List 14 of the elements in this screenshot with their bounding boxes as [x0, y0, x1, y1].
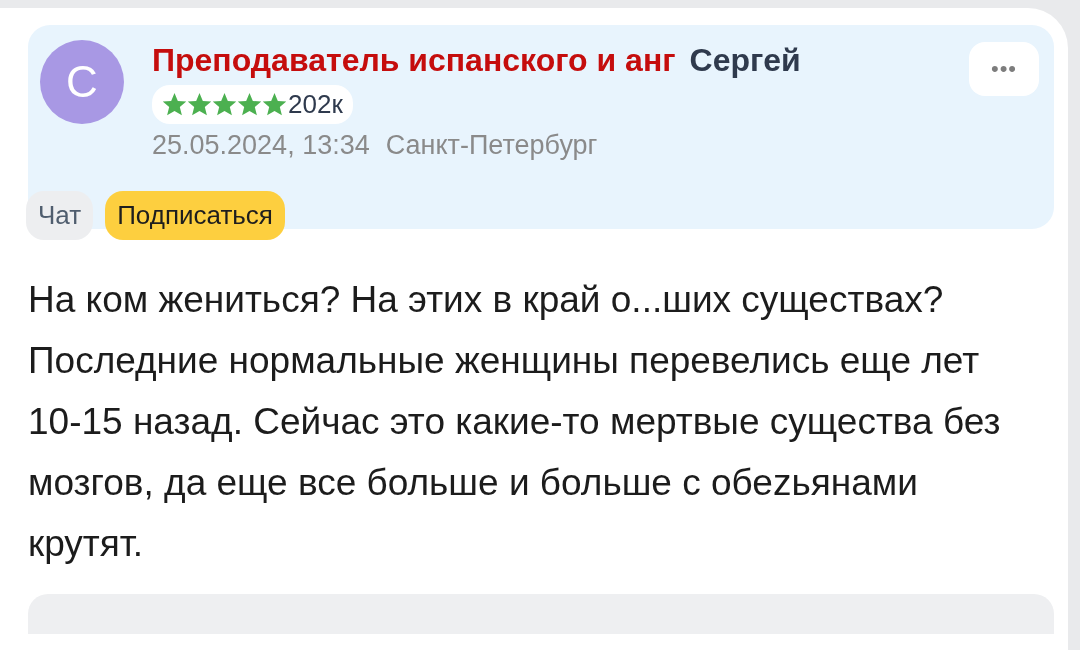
star-icon: [187, 92, 212, 117]
star-icon: [237, 92, 262, 117]
author-name[interactable]: Сергей: [689, 42, 801, 79]
rating-count: 202к: [288, 89, 343, 120]
star-icon: [162, 92, 187, 117]
star-icon: [262, 92, 287, 117]
subscribe-button[interactable]: Подписаться: [105, 191, 285, 240]
more-button[interactable]: •••: [969, 42, 1039, 96]
post-location: Санкт-Петербург: [385, 130, 598, 161]
chat-button[interactable]: Чат: [26, 191, 94, 240]
post-date: 25.05.2024, 13:34: [152, 130, 370, 161]
post-text: На ком жениться? На этих в край о...ших существах? Последние нормальные женщины перевелись еще лет 10-15 назад. Сейчас это какие-то мертвые существа без мозгов, да еще все больше и больше с обеzьянами крутят.: [28, 278, 1002, 566]
star-icon: [212, 92, 237, 117]
author-title[interactable]: Преподаватель испанского и анг: [152, 42, 676, 79]
